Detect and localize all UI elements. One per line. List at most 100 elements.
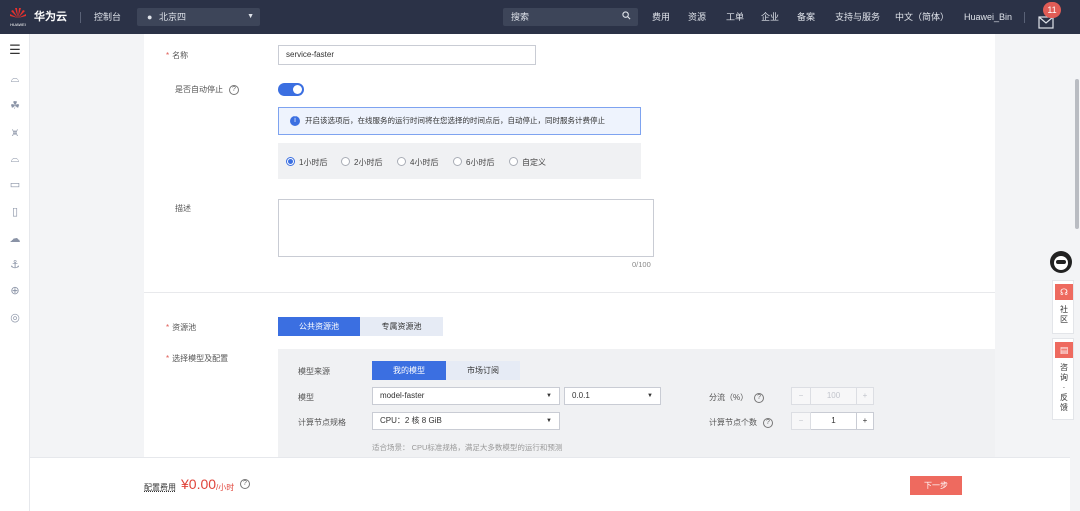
resource-pool-label-text: 资源池: [172, 323, 197, 332]
cost-help: ?: [240, 479, 250, 489]
radio-4h[interactable]: 4小时后: [397, 157, 438, 168]
split-decrement-button[interactable]: −: [791, 387, 811, 405]
nav-user[interactable]: Huawei_Bin: [964, 0, 1012, 34]
feedback-button[interactable]: ▤ 咨询·反馈: [1052, 338, 1074, 420]
community-button[interactable]: ☊ 社区: [1052, 280, 1074, 334]
auto-stop-toggle[interactable]: [278, 83, 304, 96]
nav-language[interactable]: 中文（简体）: [895, 0, 949, 34]
spec-hint: 适合场景： CPU标准规格，满足大多数模型的运行和预测: [372, 443, 563, 452]
region-label: 北京四: [158, 12, 186, 22]
radio-label: 6小时后: [466, 158, 495, 167]
footer-bar: 配置费用 ¥0.00 /小时 ? 下一步: [30, 457, 1070, 511]
char-counter: 0/100: [632, 260, 651, 269]
info-icon: i: [290, 116, 300, 126]
node-increment-button[interactable]: +: [856, 412, 874, 430]
radio-2h[interactable]: 2小时后: [341, 157, 382, 168]
split-value-input[interactable]: 100: [811, 387, 856, 405]
globe-icon[interactable]: ⊕: [8, 284, 22, 298]
radio-unchecked-icon: [509, 157, 518, 166]
section-divider: [144, 292, 995, 293]
cost-label[interactable]: 配置费用: [144, 482, 176, 493]
nav-resources[interactable]: 资源: [688, 0, 706, 34]
message-count-badge: 11: [1043, 2, 1061, 18]
spec-select[interactable]: CPU：2 核 8 GiB ▼: [372, 412, 560, 430]
scrollbar[interactable]: [1074, 34, 1080, 511]
database-icon[interactable]: ⌓: [8, 152, 22, 166]
nav-filing[interactable]: 备案: [797, 0, 815, 34]
node-decrement-button[interactable]: −: [791, 412, 811, 430]
svg-text:HUAWEI: HUAWEI: [10, 22, 26, 27]
radio-unchecked-icon: [397, 157, 406, 166]
storage-icon[interactable]: ▭: [8, 178, 22, 192]
caret-down-icon: ▼: [647, 393, 653, 399]
anchor-icon[interactable]: ⚓: [8, 258, 22, 272]
radio-unchecked-icon: [341, 157, 350, 166]
divider: [1024, 12, 1025, 23]
radio-label: 自定义: [522, 158, 546, 167]
network-icon[interactable]: ⩙: [8, 126, 22, 140]
divider: [80, 12, 81, 23]
radio-custom[interactable]: 自定义: [509, 157, 546, 168]
help-icon[interactable]: ?: [229, 84, 239, 95]
node-count-input[interactable]: 1: [811, 412, 856, 430]
document-icon[interactable]: ▯: [8, 205, 22, 219]
description-textarea[interactable]: [278, 199, 654, 257]
cluster-icon[interactable]: ☘: [8, 99, 22, 113]
radio-checked-icon: [286, 157, 295, 166]
public-pool-tab[interactable]: 公共资源池: [278, 317, 360, 336]
region-selector[interactable]: ● 北京四 ▼: [137, 8, 260, 26]
market-subscription-tab[interactable]: 市场订阅: [446, 361, 520, 380]
search-icon[interactable]: [622, 8, 631, 26]
nav-support[interactable]: 支持与服务: [835, 0, 880, 34]
radio-1h[interactable]: 1小时后: [286, 157, 327, 168]
radio-6h[interactable]: 6小时后: [453, 157, 494, 168]
console-link[interactable]: 控制台: [94, 0, 121, 34]
nav-billing[interactable]: 费用: [652, 0, 670, 34]
radio-label: 4小时后: [410, 158, 439, 167]
price-unit: /小时: [216, 483, 235, 492]
info-banner: i 开启该选项后，在线服务的运行时间将在您选择的时间点后，自动停止，同时服务计费…: [278, 107, 641, 135]
next-step-button[interactable]: 下一步: [910, 476, 962, 495]
version-select[interactable]: 0.0.1 ▼: [564, 387, 661, 405]
help-icon[interactable]: ?: [240, 479, 250, 489]
scrollbar-thumb[interactable]: [1075, 79, 1079, 229]
huawei-logo-icon[interactable]: HUAWEI: [9, 6, 27, 28]
location-pin-icon: ●: [147, 12, 153, 22]
caret-down-icon: ▼: [546, 418, 552, 424]
name-input[interactable]: service-faster: [278, 45, 536, 65]
menu-icon[interactable]: ☰: [8, 43, 22, 57]
help-icon[interactable]: ?: [763, 417, 773, 428]
model-config-label: * 选择模型及配置: [166, 353, 228, 364]
required-mark: *: [166, 323, 170, 332]
dedicated-pool-tab[interactable]: 专属资源池: [360, 317, 443, 336]
model-config-label-text: 选择模型及配置: [172, 354, 229, 363]
customer-service-icon[interactable]: [1049, 250, 1073, 279]
left-nav: ☰ ⌓ ☘ ⩙ ⌓ ▭ ▯ ☁ ⚓ ⊕ ◎: [0, 34, 30, 511]
required-mark: *: [166, 51, 170, 60]
cloud-server-icon[interactable]: ⌓: [8, 72, 22, 86]
circle-icon[interactable]: ◎: [8, 311, 22, 325]
radio-label: 1小时后: [299, 158, 328, 167]
brand-title[interactable]: 华为云: [34, 0, 67, 34]
community-label: 社区: [1060, 305, 1068, 324]
cloud-icon[interactable]: ☁: [8, 232, 22, 246]
nav-enterprise[interactable]: 企业: [761, 0, 779, 34]
help-icon[interactable]: ?: [754, 392, 765, 403]
required-mark: *: [166, 354, 170, 363]
description-label: 描述: [175, 204, 191, 213]
name-label: * 名称: [166, 50, 188, 61]
nav-tickets[interactable]: 工单: [726, 0, 744, 34]
spec-label: 计算节点规格: [298, 418, 346, 427]
search-input[interactable]: 搜索: [503, 8, 638, 26]
version-select-value: 0.0.1: [572, 391, 590, 400]
model-select[interactable]: model-faster ▼: [372, 387, 560, 405]
split-increment-button[interactable]: +: [856, 387, 874, 405]
chat-icon: ▤: [1055, 342, 1073, 358]
spec-select-value: CPU：2 核 8 GiB: [380, 416, 442, 425]
headset-icon: ☊: [1055, 284, 1073, 300]
stop-time-radio-group: 1小时后 2小时后 4小时后 6小时后 自定义: [278, 143, 641, 179]
my-models-tab[interactable]: 我的模型: [372, 361, 446, 380]
price-value: ¥0.00: [181, 476, 217, 492]
toggle-knob: [293, 85, 302, 94]
auto-stop-label: 是否自动停止?: [175, 84, 239, 95]
